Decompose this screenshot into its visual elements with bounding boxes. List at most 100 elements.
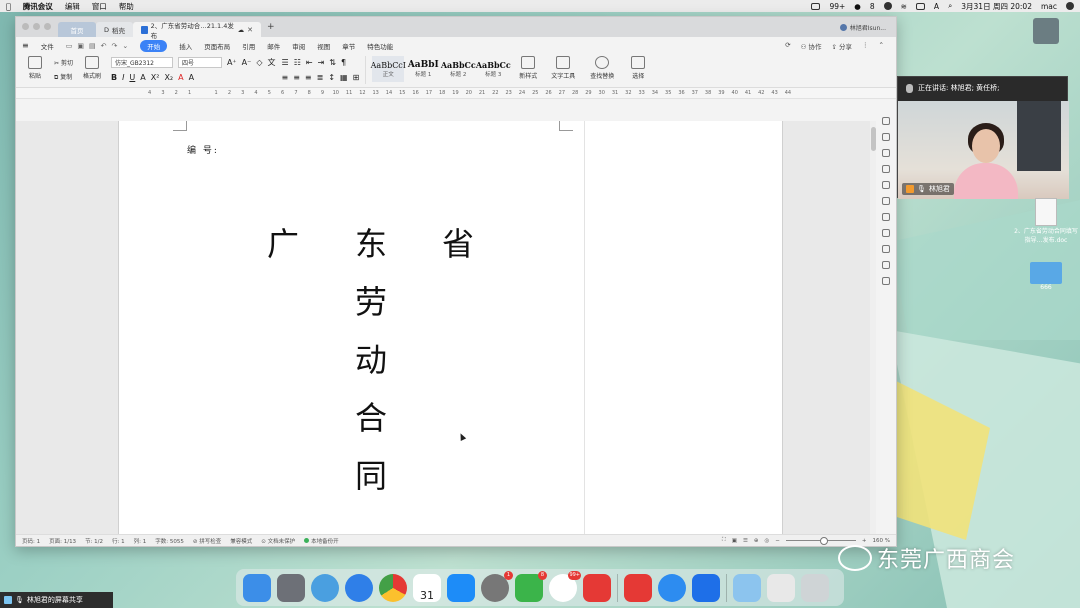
menu-tab-view[interactable]: 视图 <box>317 41 330 51</box>
account-info[interactable]: 林旭君Isun... <box>839 23 886 32</box>
web-view-icon[interactable]: ⊕ <box>754 538 759 544</box>
sync-icon[interactable]: ⟳ <box>785 41 790 51</box>
italic-icon[interactable]: I <box>122 73 124 82</box>
wechat-icon[interactable]: 8 <box>515 570 547 602</box>
app-store-icon[interactable] <box>447 573 475 602</box>
font-size-select[interactable]: 四号 <box>177 56 222 68</box>
wifi-icon[interactable]: ≋ <box>901 2 907 11</box>
format-painter-button[interactable]: 格式刷 <box>79 56 105 80</box>
line-spacing-icon[interactable]: ↕ <box>328 73 335 82</box>
history-icon[interactable] <box>882 245 890 253</box>
menubar-datetime[interactable]: 3月31日 周四 20:02 <box>961 1 1032 12</box>
grow-font-icon[interactable]: A⁺ <box>227 58 237 67</box>
save-icon[interactable]: ▣ <box>77 42 84 50</box>
cut-button[interactable]: ✂ 剪切 <box>54 58 73 67</box>
apple-menu-icon[interactable]:  <box>6 2 11 11</box>
outdent-icon[interactable]: ⇤ <box>306 58 313 67</box>
menubar-help[interactable]: 帮助 <box>119 1 134 12</box>
underline-icon[interactable]: U <box>129 73 135 82</box>
tab-home[interactable]: 首页 <box>58 22 96 37</box>
trash-icon[interactable] <box>801 573 829 602</box>
menu-tab-layout[interactable]: 页面布局 <box>204 41 230 51</box>
siri-icon[interactable] <box>1066 2 1074 10</box>
style-heading-3[interactable]: AaBbCc 标题 3 <box>476 56 511 82</box>
window-zoom-button[interactable] <box>44 23 51 30</box>
file-menu[interactable]: 文件 <box>41 41 54 51</box>
notification-count[interactable]: 99+ <box>829 2 845 11</box>
desktop-doc-file[interactable]: 2、广东省劳动合同填写指导…发布.doc <box>1014 198 1078 244</box>
menu-tab-review[interactable]: 审阅 <box>292 41 305 51</box>
wechat-status-icon[interactable]: ● <box>854 2 861 11</box>
grid-icon[interactable] <box>882 229 890 237</box>
menubar-app-name[interactable]: 腾讯会议 <box>23 1 53 12</box>
menubar-window[interactable]: 窗口 <box>92 1 107 12</box>
outline-view-icon[interactable]: ☰ <box>743 538 748 544</box>
tencent-meeting-icon[interactable] <box>692 573 720 602</box>
paint-icon[interactable] <box>882 149 890 157</box>
copy-button[interactable]: ⧉ 复制 <box>54 72 72 82</box>
shading-icon[interactable]: ▦ <box>340 73 348 82</box>
align-center-icon[interactable]: ≡ <box>293 73 300 82</box>
share-button[interactable]: ⇪ 分享 <box>832 41 853 51</box>
battery-icon[interactable] <box>915 2 925 10</box>
safari-icon[interactable] <box>345 573 373 602</box>
undo-icon[interactable]: ↶ <box>101 42 107 50</box>
new-tab-button[interactable]: + <box>267 22 275 32</box>
local-backup[interactable]: 本地备份开 <box>304 537 339 545</box>
menu-tab-insert[interactable]: 插入 <box>179 41 192 51</box>
menubar-edit[interactable]: 编辑 <box>65 1 80 12</box>
shapes-icon[interactable] <box>882 133 890 141</box>
strikethrough-icon[interactable]: A <box>140 73 145 82</box>
settings-icon[interactable] <box>882 181 890 189</box>
tab-docer[interactable]: D 稻壳 <box>96 22 134 37</box>
system-preferences-icon[interactable]: 1 <box>481 570 513 602</box>
numbered-list-icon[interactable]: ☷ <box>294 58 301 67</box>
status-pages[interactable]: 页面: 1/13 <box>49 537 76 545</box>
qq-icon[interactable]: 99+ <box>549 570 581 602</box>
highlight-icon[interactable]: A <box>189 73 194 82</box>
bold-icon[interactable]: B <box>111 73 117 82</box>
document-area[interactable]: 编 号: 广 东 省 劳 动 合 同 <box>16 121 882 536</box>
redo-icon[interactable]: ↷ <box>111 42 117 50</box>
downloads-folder-icon[interactable] <box>733 573 761 602</box>
clear-format-icon[interactable]: ◇ <box>256 58 262 67</box>
document-page[interactable]: 编 号: 广 东 省 劳 动 合 同 <box>118 121 783 536</box>
zoom-out-icon[interactable]: − <box>775 538 780 544</box>
participant-video[interactable]: 🎙 林旭君 <box>898 101 1069 199</box>
open-icon[interactable]: ▭ <box>66 42 73 50</box>
status-page[interactable]: 页码: 1 <box>22 537 40 545</box>
chat-app-icon[interactable] <box>658 573 686 602</box>
message-count[interactable]: 8 <box>870 2 875 11</box>
calendar-icon[interactable]: 31 <box>413 573 441 602</box>
menu-tab-home[interactable]: 开始 <box>140 39 168 52</box>
horizontal-ruler[interactable]: 4 3 2 1 1 2 3 4 5 6 7 8 9 10 11 12 13 14 15 16 17 18 19 20 21 22 2… <box>16 88 896 99</box>
kuaishou-icon[interactable] <box>624 573 652 602</box>
spell-check[interactable]: ⊘ 拼写检查 <box>193 537 221 545</box>
style-heading-1[interactable]: AaBbI 标题 1 <box>407 56 439 82</box>
tab-active-document[interactable]: 2、广东省劳动合…21.1.4发布 ☁ ✕ <box>133 22 262 40</box>
shrink-font-icon[interactable]: A⁻ <box>242 58 252 67</box>
doc-protection[interactable]: ⊙ 文档未保护 <box>261 537 295 545</box>
document-stack-icon[interactable] <box>767 573 795 602</box>
safari-alt-icon[interactable] <box>311 573 339 602</box>
hamburger-menu-icon[interactable]: ≡ <box>22 41 29 50</box>
window-close-button[interactable] <box>22 23 29 30</box>
print-icon[interactable]: ▤ <box>89 42 96 50</box>
align-left-icon[interactable]: ≡ <box>282 73 289 82</box>
show-marks-icon[interactable]: ¶ <box>341 58 346 67</box>
status-words[interactable]: 字数: 5055 <box>155 537 184 545</box>
style-heading-2[interactable]: AaBbCc 标题 2 <box>441 56 476 82</box>
align-right-icon[interactable]: ≡ <box>305 73 312 82</box>
image-icon[interactable] <box>882 277 890 285</box>
close-tab-icon[interactable]: ✕ <box>247 26 253 34</box>
wps-icon[interactable] <box>583 573 611 602</box>
screen-share-bar[interactable]: 🎙 林旭君的屏幕共享 <box>0 592 113 608</box>
copy-icon[interactable] <box>882 165 890 173</box>
sort-icon[interactable]: ⇅ <box>329 58 336 67</box>
menubar-user[interactable]: mac <box>1041 2 1057 11</box>
menu-tab-mail[interactable]: 邮件 <box>267 41 280 51</box>
more-icon[interactable]: ⋮ <box>862 41 869 51</box>
launchpad-icon[interactable] <box>277 573 305 602</box>
new-style-button[interactable]: 新样式 <box>515 56 541 80</box>
chevron-down-icon[interactable]: ⌄ <box>122 42 128 50</box>
